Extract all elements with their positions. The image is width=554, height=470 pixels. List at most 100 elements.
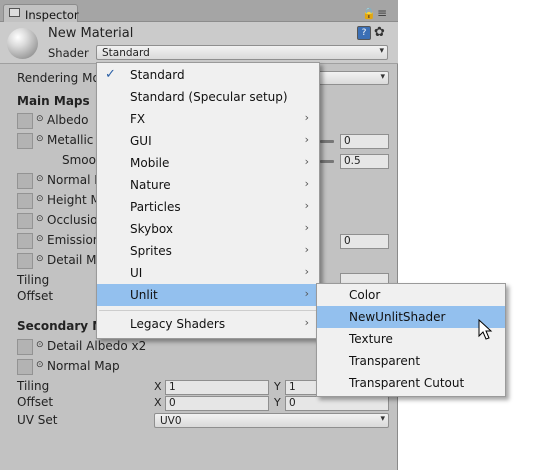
submenu-item-color[interactable]: Color (317, 284, 505, 306)
offset-y-axis-label: Y (274, 396, 281, 409)
submenu-item-transparent[interactable]: Transparent (317, 350, 505, 372)
object-picker-icon[interactable]: ⊙ (36, 234, 44, 244)
shader-dropdown[interactable]: Standard ▾ (96, 45, 388, 60)
smoothness-slider[interactable] (320, 160, 334, 163)
submenu-arrow-icon: › (304, 316, 309, 329)
submenu-item-texture[interactable]: Texture (317, 328, 505, 350)
occlusion-texture-slot[interactable] (17, 213, 33, 229)
menu-item-unlit[interactable]: Unlit › (97, 284, 319, 306)
smoothness-field[interactable]: 0.5 (340, 154, 389, 169)
menu-item-nature[interactable]: Nature › (97, 174, 319, 196)
menu-item-label: Sprites (130, 244, 172, 258)
menu-item-label: Particles (130, 200, 181, 214)
menu-item-standard-specular[interactable]: Standard (Specular setup) (97, 86, 319, 108)
object-picker-icon[interactable]: ⊙ (36, 174, 44, 184)
lock-icon[interactable]: 🔒 (362, 7, 376, 20)
metallic-field[interactable]: 0 (340, 134, 389, 149)
offset-x-axis-label: X (154, 396, 162, 409)
metallic-texture-slot[interactable] (17, 133, 33, 149)
menu-item-label: Standard (Specular setup) (130, 90, 288, 104)
emission-label: Emission (47, 233, 101, 247)
object-picker-icon[interactable]: ⊙ (36, 194, 44, 204)
normal-map-texture-slot[interactable] (17, 173, 33, 189)
submenu-arrow-icon: › (304, 111, 309, 124)
submenu-arrow-icon: › (304, 155, 309, 168)
detail-albedo-label: Detail Albedo x2 (47, 339, 147, 353)
uv-set-value: UV0 (160, 415, 182, 427)
mouse-cursor-icon (478, 319, 493, 340)
menu-item-skybox[interactable]: Skybox › (97, 218, 319, 240)
object-picker-icon[interactable]: ⊙ (36, 134, 44, 144)
dropdown-arrow-icon: ▾ (380, 72, 385, 82)
menu-item-label: Texture (349, 332, 393, 346)
menu-item-label: NewUnlitShader (349, 310, 446, 324)
submenu-arrow-icon: › (304, 265, 309, 278)
gear-icon[interactable]: ✿ (374, 25, 385, 40)
uv-set-label: UV Set (17, 413, 58, 427)
secondary-normal-map-texture-slot[interactable] (17, 359, 33, 375)
menu-item-label: Color (349, 288, 381, 302)
menu-item-label: Skybox (130, 222, 173, 236)
main-maps-heading: Main Maps (17, 94, 90, 108)
secondary-offset-label: Offset (17, 395, 54, 409)
metallic-label: Metallic (47, 133, 94, 147)
secondary-tiling-label: Tiling (17, 379, 50, 393)
inspector-tab-icon (9, 8, 20, 17)
menu-separator (99, 310, 317, 311)
tab-title: Inspector (25, 8, 79, 22)
offset-label: Offset (17, 289, 54, 303)
albedo-texture-slot[interactable] (17, 113, 33, 129)
submenu-arrow-icon: › (304, 177, 309, 190)
detail-albedo-texture-slot[interactable] (17, 339, 33, 355)
menu-item-legacy-shaders[interactable]: Legacy Shaders › (97, 313, 319, 335)
albedo-label: Albedo (47, 113, 89, 127)
uv-set-dropdown[interactable]: UV0 ▾ (154, 413, 389, 428)
menu-item-label: Mobile (130, 156, 170, 170)
menu-item-mobile[interactable]: Mobile › (97, 152, 319, 174)
menu-item-gui[interactable]: GUI › (97, 130, 319, 152)
object-picker-icon[interactable]: ⊙ (36, 360, 44, 370)
object-picker-icon[interactable]: ⊙ (36, 114, 44, 124)
shader-menu: ✓ Standard Standard (Specular setup) FX … (96, 62, 320, 339)
shader-label: Shader (48, 46, 89, 60)
menu-item-label: UI (130, 266, 143, 280)
emission-texture-slot[interactable] (17, 233, 33, 249)
help-book-icon[interactable]: ? (357, 26, 371, 40)
submenu-item-newunlitshader[interactable]: NewUnlitShader (317, 306, 505, 328)
dropdown-arrow-icon: ▾ (380, 414, 385, 424)
menu-item-label: Transparent (349, 354, 421, 368)
menu-item-standard[interactable]: ✓ Standard (97, 64, 319, 86)
height-map-label: Height M (47, 193, 101, 207)
check-icon: ✓ (105, 67, 116, 82)
secondary-tiling-x-field[interactable]: 1 (165, 380, 269, 395)
menu-item-ui[interactable]: UI › (97, 262, 319, 284)
secondary-offset-x-field[interactable]: 0 (165, 396, 269, 411)
panel-menu-icon[interactable]: ≡ (377, 6, 387, 20)
object-picker-icon[interactable]: ⊙ (36, 254, 44, 264)
secondary-offset-y-field[interactable]: 0 (285, 396, 389, 411)
detail-mask-texture-slot[interactable] (17, 253, 33, 269)
secondary-normal-map-label: Normal Map (47, 359, 120, 373)
menu-item-label: Transparent Cutout (349, 376, 465, 390)
tiling-y-axis-label: Y (274, 380, 281, 393)
menu-item-label: Unlit (130, 288, 158, 302)
menu-item-particles[interactable]: Particles › (97, 196, 319, 218)
rendering-mode-label: Rendering Mo (17, 71, 100, 85)
menu-item-sprites[interactable]: Sprites › (97, 240, 319, 262)
height-map-texture-slot[interactable] (17, 193, 33, 209)
metallic-slider[interactable] (320, 140, 334, 143)
submenu-item-transparent-cutout[interactable]: Transparent Cutout (317, 372, 505, 394)
menu-item-label: Standard (130, 68, 185, 82)
occlusion-label: Occlusio (47, 213, 98, 227)
submenu-arrow-icon: › (304, 133, 309, 146)
shader-dropdown-value: Standard (102, 47, 150, 59)
object-picker-icon[interactable]: ⊙ (36, 340, 44, 350)
menu-item-label: Nature (130, 178, 171, 192)
submenu-arrow-icon: › (304, 243, 309, 256)
smoothness-label: Smoo (62, 153, 96, 167)
rendering-mode-dropdown[interactable]: ▾ (318, 71, 389, 85)
menu-item-fx[interactable]: FX › (97, 108, 319, 130)
object-picker-icon[interactable]: ⊙ (36, 214, 44, 224)
tiling-x-axis-label: X (154, 380, 162, 393)
emission-field[interactable]: 0 (340, 234, 389, 249)
